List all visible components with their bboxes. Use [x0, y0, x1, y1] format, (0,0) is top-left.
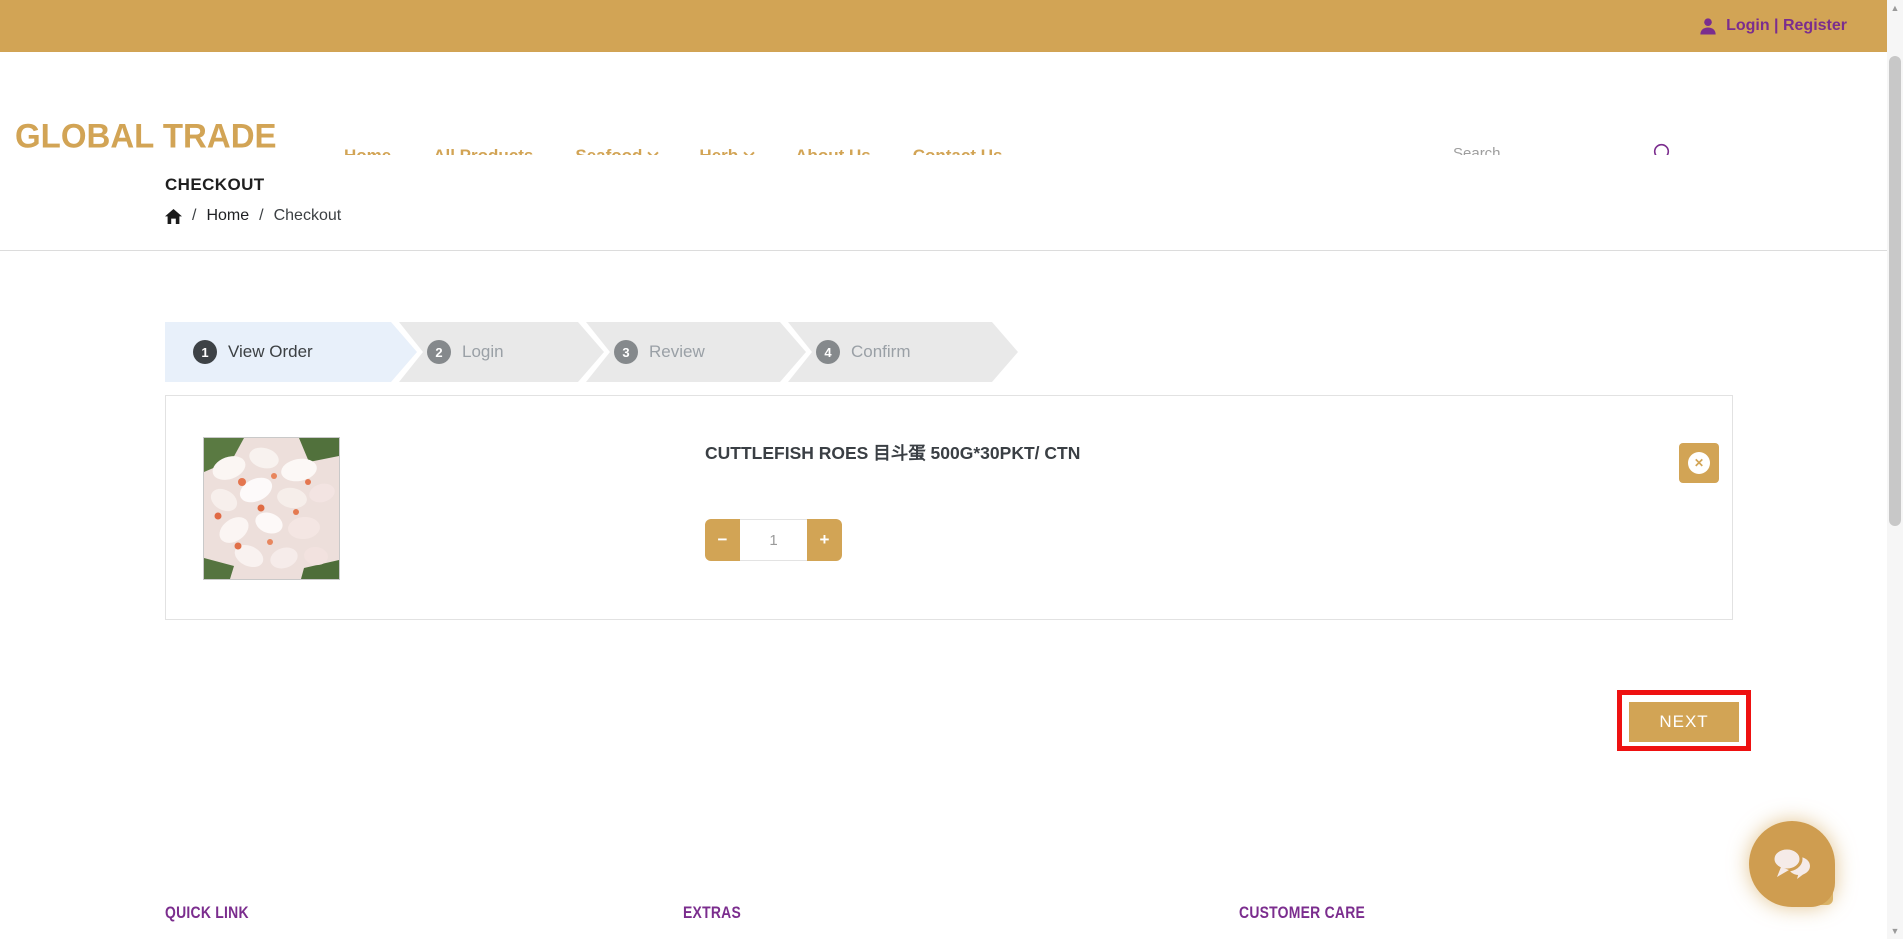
step-confirm[interactable]: 4 Confirm	[788, 322, 1018, 382]
checkout-steps: 1 View Order 2 Login 3 Review 4 Confirm	[165, 322, 1000, 382]
breadcrumb-current: Checkout	[274, 207, 342, 225]
step-view-order[interactable]: 1 View Order	[165, 322, 417, 382]
user-icon	[1699, 17, 1717, 35]
footer-heading-extras: EXTRAS	[683, 903, 741, 923]
breadcrumb-separator: /	[259, 207, 263, 225]
top-bar: Login | Register	[0, 0, 1887, 52]
logo-title: GLOBAL TRADE	[15, 118, 289, 153]
breadcrumb: / Home / Checkout	[165, 207, 341, 225]
close-icon: ✕	[1688, 452, 1710, 474]
quantity-input[interactable]	[740, 519, 807, 561]
step-number-badge: 3	[614, 340, 638, 364]
page-scrollbar[interactable]: ▲ ▼	[1887, 0, 1903, 939]
chat-widget-button[interactable]	[1749, 821, 1835, 907]
home-icon[interactable]	[165, 209, 182, 224]
footer-heading-customer-care: CUSTOMER CARE	[1239, 903, 1365, 923]
chat-icon	[1749, 821, 1835, 907]
quantity-increase-button[interactable]: +	[807, 519, 842, 561]
breadcrumb-band: CHECKOUT / Home / Checkout	[0, 155, 1887, 251]
step-login[interactable]: 2 Login	[399, 322, 604, 382]
scrollbar-up-arrow[interactable]: ▲	[1887, 0, 1903, 16]
cart-item-card: CUTTLEFISH ROES 目斗蛋 500G*30PKT/ CTN − + …	[165, 395, 1733, 620]
step-number-badge: 2	[427, 340, 451, 364]
product-image	[203, 437, 340, 580]
quantity-decrease-button[interactable]: −	[705, 519, 740, 561]
quantity-stepper: − +	[705, 519, 842, 561]
breadcrumb-separator: /	[192, 207, 196, 225]
login-register-link[interactable]: Login | Register	[1726, 17, 1847, 35]
scrollbar-down-arrow[interactable]: ▼	[1887, 923, 1903, 939]
page-title: CHECKOUT	[165, 175, 265, 195]
step-review[interactable]: 3 Review	[586, 322, 806, 382]
footer-heading-quick-link: QUICK LINK	[165, 903, 249, 923]
breadcrumb-home[interactable]: Home	[206, 207, 249, 225]
remove-item-button[interactable]: ✕	[1679, 443, 1719, 483]
scrollbar-thumb[interactable]	[1889, 56, 1901, 526]
next-button[interactable]: NEXT	[1629, 702, 1739, 742]
product-title: CUTTLEFISH ROES 目斗蛋 500G*30PKT/ CTN	[705, 440, 1080, 465]
step-number-badge: 4	[816, 340, 840, 364]
step-number-badge: 1	[193, 340, 217, 364]
site-header: GLOBAL TRADE IMPORT & EXPORT PTE. LTD. H…	[0, 52, 1887, 155]
